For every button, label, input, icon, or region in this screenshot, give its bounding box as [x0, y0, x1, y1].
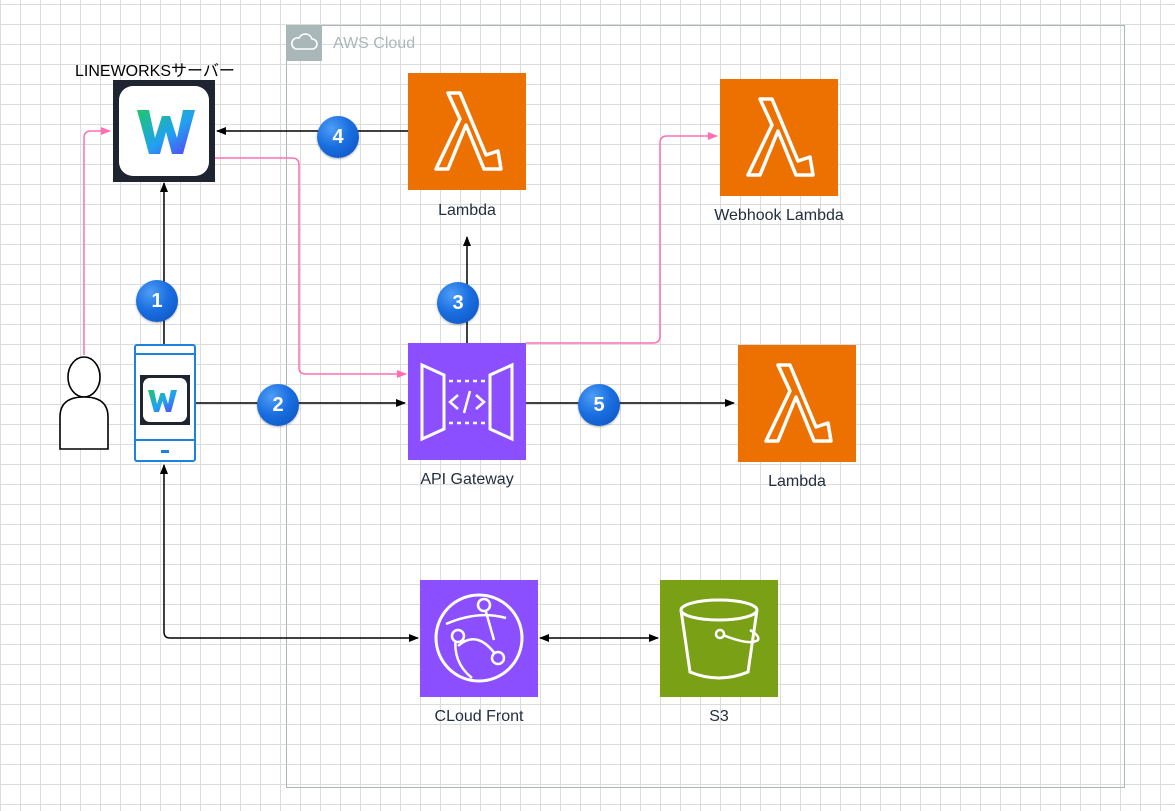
mobile-client-node[interactable]	[134, 344, 196, 462]
step-badge-5: 5	[578, 384, 620, 426]
pink-arrow-user-to-server	[83, 127, 111, 355]
api-gateway-icon	[420, 362, 514, 442]
s3-bucket-icon	[679, 598, 760, 680]
webhook-lambda-node[interactable]	[720, 79, 838, 196]
cloudfront-node[interactable]	[420, 580, 538, 697]
arrow-phone-cloudfront	[160, 464, 419, 642]
lambda-right-label: Lambda	[768, 473, 826, 490]
lambda-icon	[746, 97, 815, 177]
user-icon	[58, 355, 110, 450]
lambda-right-node[interactable]	[738, 345, 856, 462]
pink-arrow-server-to-apigw	[214, 157, 407, 378]
api-gateway-node[interactable]	[408, 343, 526, 460]
lineworks-server-node[interactable]	[113, 80, 215, 182]
webhook-lambda-label: Webhook Lambda	[714, 207, 844, 224]
lineworks-logo-icon	[119, 86, 209, 176]
step-badge-4: 4	[317, 116, 359, 158]
cloudfront-icon	[434, 593, 524, 683]
cloudfront-label: CLoud Front	[434, 708, 524, 725]
lambda-top-label: Lambda	[438, 202, 496, 219]
api-gateway-label: API Gateway	[420, 471, 514, 488]
lambda-top-node[interactable]	[408, 73, 526, 190]
s3-label: S3	[709, 708, 729, 725]
step-badge-3: 3	[437, 282, 479, 324]
lambda-icon	[764, 363, 833, 443]
lineworks-server-label: LINEWORKSサーバー	[75, 63, 235, 80]
step-badge-1: 1	[136, 280, 178, 322]
pink-arrow-apigw-to-webhook	[526, 132, 718, 344]
lambda-icon	[434, 91, 503, 171]
step-badge-2: 2	[257, 384, 299, 426]
s3-node[interactable]	[660, 580, 778, 697]
